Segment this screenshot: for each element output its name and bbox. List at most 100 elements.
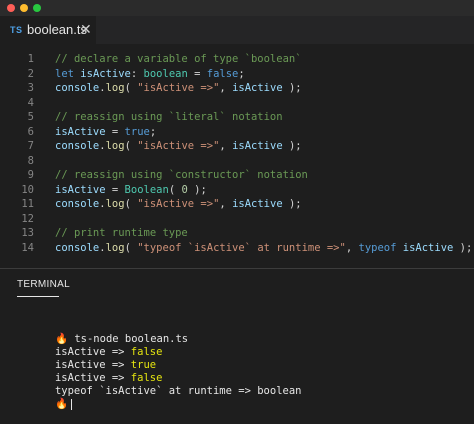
code-line: 14 console.log( "typeof `isActive` at run…	[0, 241, 474, 256]
maximize-window-button[interactable]	[33, 4, 41, 12]
active-tab-indicator	[17, 296, 59, 297]
code-text: let isActive: boolean = false;	[55, 67, 245, 82]
tab-filename: boolean.ts	[27, 22, 87, 37]
line-number: 7	[27, 140, 34, 152]
code-line: 3 console.log( "isActive =>", isActive );	[0, 81, 474, 96]
code-editor[interactable]: 1 // declare a variable of type `boolean`…	[0, 44, 474, 264]
code-token: isActive	[55, 183, 106, 196]
code-token: console	[55, 140, 100, 152]
code-token: boolean	[143, 67, 188, 80]
output-label: typeof `isActive` at runtime => boolean	[54, 385, 302, 397]
line-number: 1	[27, 53, 34, 65]
code-line: 1 // declare a variable of type `boolean`	[0, 52, 474, 67]
line-number: 6	[27, 125, 34, 138]
code-token: (	[168, 183, 182, 196]
code-line: 12	[0, 212, 474, 227]
code-token: log	[105, 198, 125, 210]
code-token: isActive	[232, 198, 283, 210]
code-token: Boolean	[124, 183, 169, 196]
terminal-output-line: isActive => true	[17, 346, 156, 371]
minimize-window-button[interactable]	[20, 4, 28, 12]
code-token: "typeof `isActive` at runtime =>"	[137, 241, 346, 254]
code-token: // print runtime type	[55, 227, 188, 239]
code-line: 5 // reassign using `literal` notation	[0, 110, 474, 125]
code-token: let	[55, 67, 81, 80]
code-token: ;	[238, 67, 245, 80]
close-window-button[interactable]	[7, 4, 15, 12]
code-line: 7 console.log( "isActive =>", isActive );	[0, 139, 474, 154]
code-token: log	[105, 140, 125, 152]
code-token: isActive	[55, 125, 106, 138]
line-number: 14	[21, 241, 34, 254]
line-number: 2	[27, 67, 34, 80]
code-token: );	[453, 241, 473, 254]
code-token: true	[124, 125, 150, 138]
code-token: "isActive =>"	[137, 82, 220, 94]
terminal-output-line: isActive => false	[17, 333, 162, 358]
code-token: =	[105, 183, 125, 196]
tab-terminal[interactable]: TERMINAL	[17, 279, 70, 290]
line-number: 13	[21, 227, 34, 239]
code-token: // reassign using `constructor` notation	[55, 169, 308, 181]
editor-window: TS boolean.ts ✕ 1 // declare a variable o…	[0, 0, 474, 420]
close-icon[interactable]: ✕	[80, 21, 92, 38]
flame-prompt-icon: 🔥	[54, 398, 69, 410]
code-text: console.log( "isActive =>", isActive );	[55, 81, 302, 96]
code-line: 13 // print runtime type	[0, 226, 474, 241]
terminal-panel[interactable]: 🔥 ts-node boolean.ts isActive => false i…	[0, 300, 474, 420]
line-number: 10	[21, 183, 34, 196]
code-text: console.log( "typeof `isActive` at runti…	[55, 241, 472, 256]
line-number: 3	[27, 82, 34, 94]
code-text: console.log( "isActive =>", isActive );	[55, 197, 302, 212]
code-token: typeof	[358, 241, 397, 254]
line-number: 9	[27, 169, 34, 181]
tab-boolean-ts[interactable]: TS boolean.ts ✕	[0, 16, 96, 44]
code-token: (	[124, 241, 138, 254]
terminal-prompt-line[interactable]: 🔥	[17, 385, 73, 410]
code-token: console	[55, 82, 100, 94]
code-token: =	[105, 125, 125, 138]
code-line: 4	[0, 96, 474, 111]
terminal-output-line: isActive => false	[17, 359, 162, 384]
code-token: (	[124, 82, 138, 94]
line-number: 4	[27, 96, 34, 109]
code-line: 10 isActive = Boolean( 0 );	[0, 183, 474, 198]
code-line: 9 // reassign using `constructor` notatio…	[0, 168, 474, 183]
code-token: ;	[149, 125, 157, 138]
terminal-output-line: typeof `isActive` at runtime => boolean	[17, 372, 302, 397]
code-token: :	[130, 67, 144, 80]
code-token: );	[282, 140, 302, 152]
code-token: // declare a variable of type `boolean`	[55, 53, 302, 65]
code-token: ,	[219, 82, 233, 94]
terminal-command-line: 🔥 ts-node boolean.ts	[17, 320, 188, 345]
code-token: ,	[219, 140, 233, 152]
code-token: isActive	[232, 140, 283, 152]
code-token: log	[105, 82, 125, 94]
code-text: isActive = true;	[55, 125, 156, 140]
code-text: // reassign using `constructor` notation	[55, 168, 308, 183]
code-token: ,	[345, 241, 359, 254]
line-number: 5	[27, 111, 34, 123]
code-line: 6 isActive = true;	[0, 125, 474, 140]
code-token: console	[55, 241, 100, 254]
code-text: isActive = Boolean( 0 );	[55, 183, 207, 198]
line-number: 8	[27, 154, 34, 167]
code-token: isActive	[402, 241, 454, 254]
code-token: "isActive =>"	[137, 198, 220, 210]
code-token: false	[206, 67, 239, 80]
code-token: isActive	[80, 67, 131, 80]
code-token: );	[187, 183, 207, 196]
typescript-file-icon: TS	[10, 25, 23, 35]
code-text: // print runtime type	[55, 226, 188, 241]
panel-divider	[0, 268, 474, 269]
code-token: );	[282, 82, 302, 94]
code-token: // reassign using `literal` notation	[55, 111, 283, 123]
code-token: "isActive =>"	[137, 140, 220, 152]
code-line: 2 let isActive: boolean = false;	[0, 67, 474, 82]
code-line: 11 console.log( "isActive =>", isActive )…	[0, 197, 474, 212]
code-token: ,	[219, 198, 233, 210]
tab-bar: TS boolean.ts ✕	[0, 16, 474, 44]
code-token: console	[55, 198, 100, 210]
code-token: (	[124, 140, 138, 152]
code-token: log	[105, 241, 125, 254]
